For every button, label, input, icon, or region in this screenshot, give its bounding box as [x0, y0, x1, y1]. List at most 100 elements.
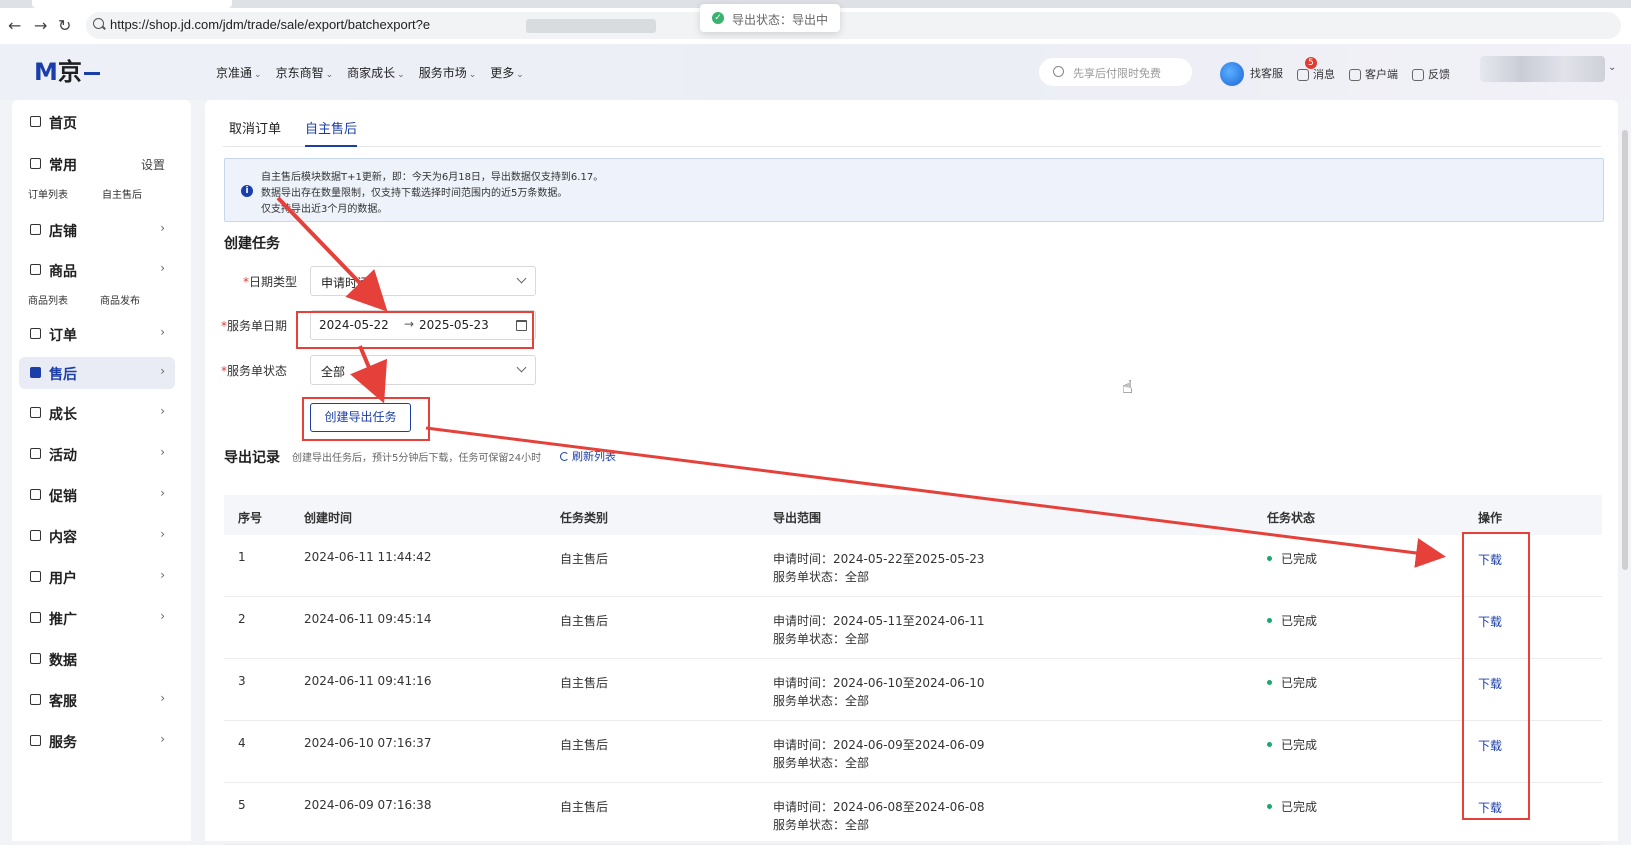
chevron-right-icon: › [160, 568, 165, 582]
client-button[interactable]: 客户端 [1349, 66, 1398, 82]
status-text: 已完成 [1281, 614, 1318, 628]
export-records-title: 导出记录 [224, 450, 280, 466]
top-nav-item[interactable]: 商家成长 ⌄ [347, 64, 405, 81]
row-export-range: 申请时间：2024-06-09至2024-06-09 [773, 738, 985, 752]
star-icon [30, 158, 41, 169]
settings-link[interactable]: 设置 [141, 156, 165, 173]
table-row: 2 2024-06-11 09:45:14 自主售后 申请时间：2024-05-… [224, 597, 1602, 659]
sidebar-item-common[interactable]: 常用 设置 [19, 148, 175, 180]
row-export-scope: 服务单状态：全部 [773, 694, 870, 708]
download-link[interactable]: 下载 [1478, 551, 1502, 568]
browser-tab[interactable] [32, 0, 232, 8]
row-export-range: 申请时间：2024-05-11至2024-06-11 [773, 614, 985, 628]
end-date[interactable]: 2025-05-23 [419, 318, 489, 332]
sidebar-item-content[interactable]: 内容 › [19, 520, 175, 552]
row-number: 5 [238, 798, 246, 812]
sidebar-item-label: 推广 [49, 612, 77, 628]
refresh-list-button[interactable]: 刷新列表 [560, 448, 616, 464]
row-created-time: 2024-06-11 09:41:16 [304, 674, 432, 688]
forward-arrow-icon[interactable]: → [34, 16, 47, 36]
column-header: 创建时间 [304, 511, 353, 525]
edit-icon [1412, 69, 1424, 81]
customer-service-button[interactable]: 找客服 [1220, 62, 1283, 86]
feedback-button[interactable]: 反馈 [1412, 66, 1450, 82]
chevron-down-icon: ⌄ [397, 70, 405, 80]
table-row: 4 2024-06-10 07:16:37 自主售后 申请时间：2024-06-… [224, 721, 1602, 783]
status-dot-icon [1267, 680, 1272, 685]
date-type-select[interactable]: 申请时间 [310, 266, 536, 296]
address-bar[interactable]: https://shop.jd.com/jdm/trade/sale/expor… [86, 12, 1621, 39]
download-link[interactable]: 下载 [1478, 675, 1502, 692]
chevron-right-icon: › [160, 732, 165, 746]
create-task-title: 创建任务 [224, 236, 280, 252]
sidebar-item-aftersale[interactable]: 售后 › [19, 357, 175, 389]
header-search-input[interactable]: 先享后付限时免费 [1039, 58, 1192, 86]
tab-self-aftersale[interactable]: 自主售后 [305, 118, 358, 147]
page-scrollbar[interactable] [1622, 130, 1628, 570]
calendar-icon[interactable] [516, 320, 527, 331]
sidebar-item-label: 店铺 [49, 224, 77, 240]
data-icon [30, 653, 41, 664]
chevron-down-icon: ⌄ [516, 70, 524, 80]
sidebar-item-activity[interactable]: 活动 › [19, 438, 175, 470]
sidebar-item-ads[interactable]: 推广 › [19, 602, 175, 634]
promotion-icon [30, 489, 41, 500]
jd-logo[interactable]: M京 [34, 52, 100, 87]
tool-label: 消息 [1313, 68, 1335, 81]
column-header: 任务类别 [560, 511, 609, 525]
top-nav-label: 更多 [490, 66, 515, 80]
sidebar-item-data[interactable]: 数据 [19, 643, 175, 675]
sidebar-item-product[interactable]: 商品 › [19, 254, 175, 286]
back-arrow-icon[interactable]: ← [8, 16, 21, 36]
top-nav-item[interactable]: 更多 ⌄ [490, 64, 524, 81]
date-type-label: *日期类型 [242, 275, 297, 289]
user-account-redacted[interactable] [1480, 56, 1605, 82]
status-select[interactable]: 全部 [310, 355, 536, 385]
reload-icon[interactable]: ↻ [58, 16, 71, 36]
sidebar-item-home[interactable]: 首页 [19, 106, 175, 138]
robot-avatar-icon [1220, 62, 1244, 86]
content-icon [30, 530, 41, 541]
quick-link-product-publish[interactable]: 商品发布 [100, 292, 140, 307]
aftersale-icon [30, 367, 41, 378]
sidebar-item-growth[interactable]: 成长 › [19, 397, 175, 429]
create-export-task-button[interactable]: 创建导出任务 [310, 403, 411, 432]
download-link[interactable]: 下载 [1478, 613, 1502, 630]
status-dot-icon [1267, 742, 1272, 747]
sidebar-item-services[interactable]: 服务 › [19, 725, 175, 757]
table-row: 5 2024-06-09 07:16:38 自主售后 申请时间：2024-06-… [224, 783, 1602, 845]
start-date[interactable]: 2024-05-22 [319, 318, 389, 332]
row-export-range: 申请时间：2024-05-22至2025-05-23 [773, 552, 985, 566]
column-header: 操作 [1478, 511, 1503, 525]
quick-link-self-aftersale[interactable]: 自主售后 [102, 186, 142, 201]
download-link[interactable]: 下载 [1478, 737, 1502, 754]
header-tools: 找客服 5 消息 客户端 反馈 [1220, 57, 1450, 86]
download-link[interactable]: 下载 [1478, 799, 1502, 816]
row-task-type: 自主售后 [560, 738, 609, 752]
status-dot-icon [1267, 804, 1272, 809]
row-created-time: 2024-06-11 09:45:14 [304, 612, 432, 626]
top-nav-item[interactable]: 京准通 ⌄ [216, 64, 262, 81]
sidebar-item-orders[interactable]: 订单 › [19, 318, 175, 350]
status-text: 已完成 [1281, 552, 1318, 566]
row-task-type: 自主售后 [560, 552, 609, 566]
sidebar-item-promotion[interactable]: 促销 › [19, 479, 175, 511]
label-text: 日期类型 [248, 275, 297, 289]
sidebar-item-customer-service[interactable]: 客服 › [19, 684, 175, 716]
site-info-icon[interactable] [93, 18, 104, 29]
messages-button[interactable]: 5 消息 [1297, 57, 1335, 82]
top-nav-item[interactable]: 服务市场 ⌄ [419, 64, 477, 81]
hand-cursor-icon: ☝ [1122, 377, 1133, 398]
row-task-type: 自主售后 [560, 800, 609, 814]
sidebar-item-users[interactable]: 用户 › [19, 561, 175, 593]
chevron-down-icon[interactable]: ⌄ [1608, 62, 1616, 73]
sidebar-item-store[interactable]: 店铺 › [19, 214, 175, 246]
top-nav-item[interactable]: 京东商智 ⌄ [276, 64, 334, 81]
quick-link-order-list[interactable]: 订单列表 [28, 186, 68, 201]
tab-cancel-orders[interactable]: 取消订单 [229, 118, 281, 145]
quick-link-product-list[interactable]: 商品列表 [28, 292, 68, 307]
row-export-scope: 服务单状态：全部 [773, 570, 870, 584]
sidebar-item-label: 服务 [49, 735, 77, 751]
table-row: 3 2024-06-11 09:41:16 自主售后 申请时间：2024-06-… [224, 659, 1602, 721]
date-range-picker[interactable]: 2024-05-22 → 2025-05-23 [310, 310, 536, 340]
